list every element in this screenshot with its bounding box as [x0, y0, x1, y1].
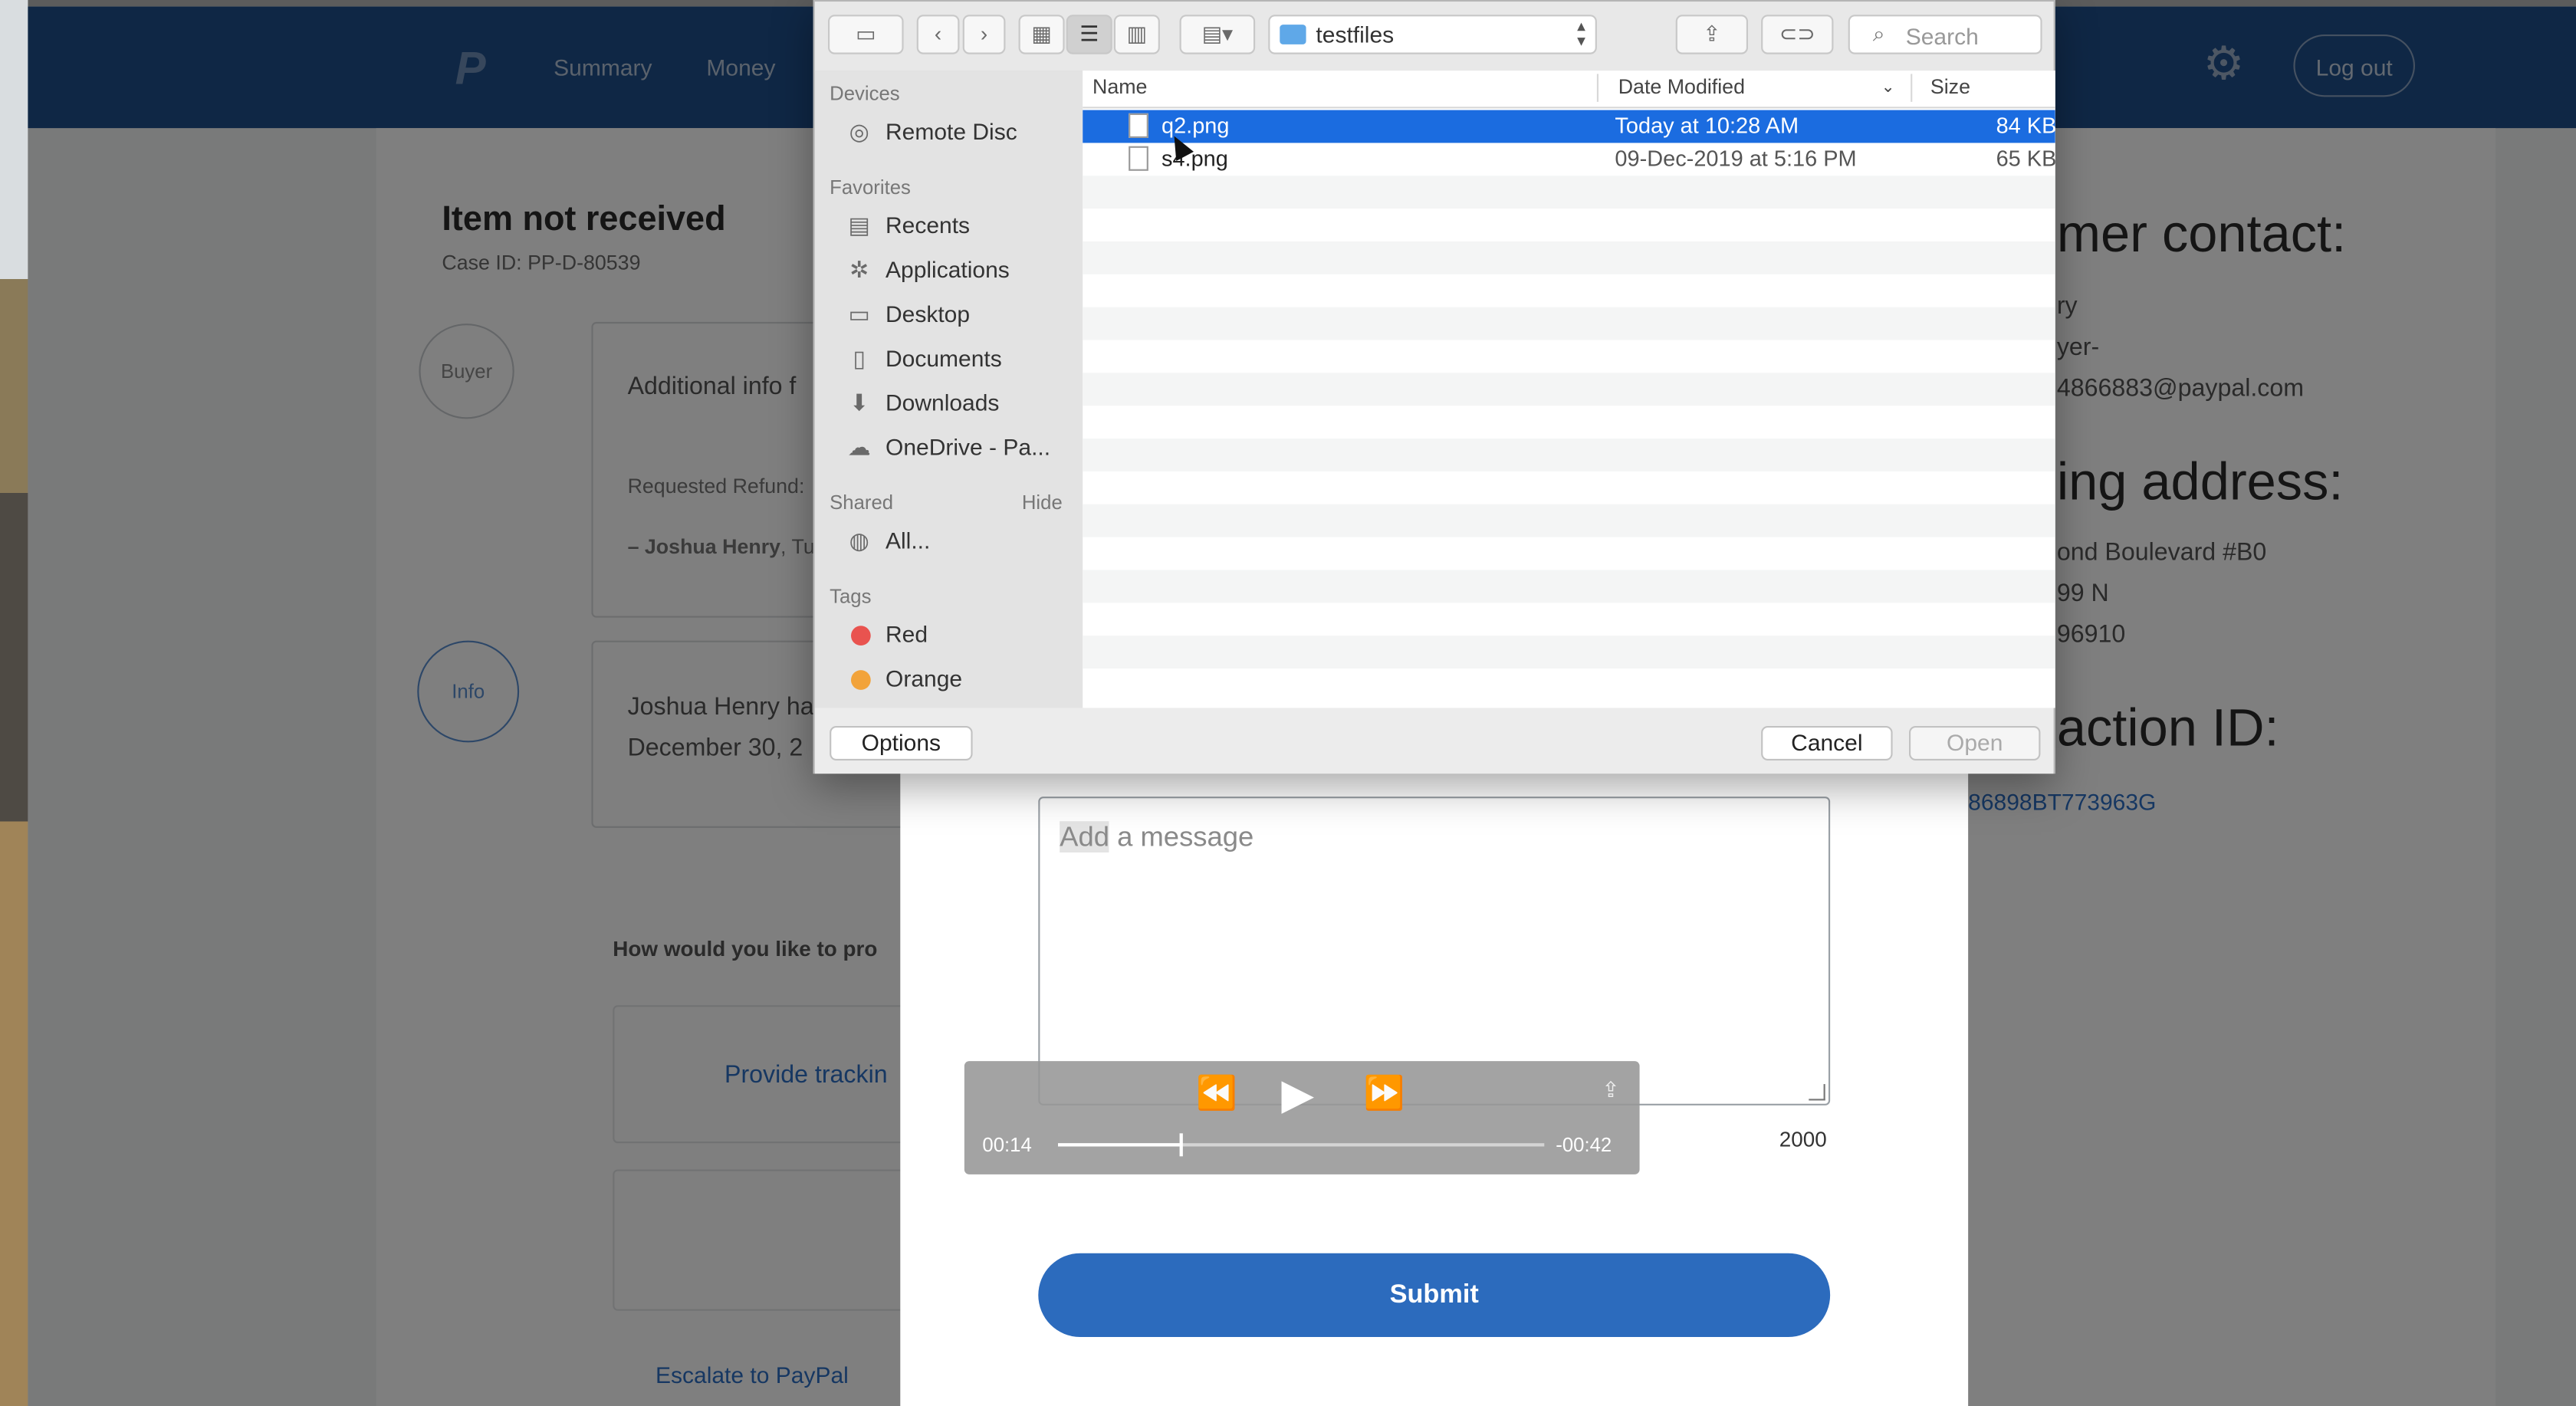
file-modified: 09-Dec-2019 at 5:16 PM	[1615, 146, 1857, 171]
message-placeholder: Add a message	[1060, 821, 1254, 852]
documents-icon: ▯	[853, 344, 866, 372]
file-open-dialog: ▭ ‹ › ▦ ☰ ▥ ▤▾ testfiles ▴ ▾ ⇪ ⊂⊃ ⌕ Searc…	[813, 0, 2055, 774]
column-name[interactable]: Name	[1092, 76, 1147, 99]
submit-button[interactable]: Submit	[1038, 1253, 1831, 1338]
tags-header: Tags	[830, 584, 872, 608]
empty-row	[1083, 439, 2055, 471]
empty-row	[1083, 636, 2055, 669]
downloads-icon: ⬇	[849, 389, 869, 416]
group-menu-icon[interactable]: ▤▾	[1179, 15, 1256, 54]
folder-icon	[1280, 25, 1306, 44]
dialog-footer: Options Cancel Open	[814, 708, 2054, 774]
dialog-toolbar: ▭ ‹ › ▦ ☰ ▥ ▤▾ testfiles ▴ ▾ ⇪ ⊂⊃ ⌕ Searc…	[814, 2, 2054, 73]
file-row[interactable]: q2.png Today at 10:28 AM 84 KB	[1083, 110, 2055, 143]
file-size: 84 KB	[1996, 113, 2055, 138]
folder-popup[interactable]: testfiles ▴ ▾	[1268, 15, 1597, 54]
column-size[interactable]: Size	[1930, 76, 1970, 99]
elapsed-time: 00:14	[982, 1133, 1032, 1157]
cloud-icon: ☁	[847, 433, 871, 460]
back-icon[interactable]: ‹	[916, 15, 960, 54]
message-textarea[interactable]: Add a message	[1038, 797, 1831, 1105]
search-field[interactable]: ⌕ Search	[1848, 15, 2042, 54]
forward-icon[interactable]: ›	[962, 15, 1006, 54]
file-list: Name Date Modified ⌄ Size q2.png Today a…	[1083, 71, 2055, 708]
options-button[interactable]: Options	[830, 725, 973, 760]
dialog-sidebar: Devices ◎ Remote Disc Favorites ▤ Recents …	[814, 71, 1085, 708]
column-date-modified[interactable]: Date Modified	[1618, 76, 1745, 99]
image-file-icon	[1129, 146, 1148, 171]
sidebar-toggle-icon[interactable]: ▭	[828, 15, 904, 54]
search-placeholder: Search	[1905, 22, 1979, 50]
shared-hide-button[interactable]: Hide	[1022, 491, 1063, 514]
fast-forward-icon[interactable]: ⏩	[1364, 1077, 1405, 1110]
desktop-background	[0, 0, 28, 1406]
open-button[interactable]: Open	[1909, 725, 2041, 760]
file-list-header: Name Date Modified ⌄ Size	[1083, 71, 2055, 109]
popup-arrows-icon: ▴ ▾	[1577, 18, 1585, 51]
list-view-icon[interactable]: ☰	[1066, 15, 1112, 54]
tag-icon[interactable]: ⊂⊃	[1761, 15, 1834, 54]
rewind-icon[interactable]: ⏪	[1196, 1077, 1237, 1110]
desktop-icon: ▭	[848, 301, 870, 327]
scrubber-knob[interactable]	[1179, 1133, 1183, 1157]
char-count: 2000	[1779, 1126, 1827, 1151]
shared-header: Shared	[830, 491, 894, 514]
empty-row	[1083, 570, 2055, 603]
share-icon[interactable]: ⇪	[1602, 1077, 1619, 1103]
video-scrubber[interactable]	[1058, 1133, 1545, 1157]
favorites-header: Favorites	[830, 176, 911, 199]
cancel-button[interactable]: Cancel	[1761, 725, 1893, 760]
remaining-time: -00:42	[1556, 1133, 1612, 1157]
search-icon: ⌕	[1872, 21, 1885, 46]
screen: P Summary Money ⚙ Log out Item not recei…	[0, 0, 2576, 1406]
devices-header: Devices	[830, 82, 900, 106]
column-view-icon[interactable]: ▥	[1113, 15, 1160, 54]
empty-row	[1083, 373, 2055, 406]
empty-row	[1083, 504, 2055, 537]
share-icon[interactable]: ⇪	[1675, 15, 1748, 54]
play-icon[interactable]: ▶	[1281, 1073, 1314, 1115]
empty-row	[1083, 241, 2055, 274]
icon-view-icon[interactable]: ▦	[1018, 15, 1065, 54]
file-size: 65 KB	[1996, 146, 2055, 171]
image-file-icon	[1129, 113, 1148, 138]
applications-icon: ✲	[849, 256, 869, 283]
video-controls: ⏪ ▶ ⏩ ⇪ 00:14 -00:42	[964, 1061, 1640, 1174]
empty-row	[1083, 176, 2055, 209]
resize-handle-icon[interactable]	[1809, 1084, 1825, 1101]
orange-tag-icon	[851, 670, 871, 690]
file-row[interactable]: s4.png 09-Dec-2019 at 5:16 PM 65 KB	[1083, 143, 2055, 176]
disc-icon: ◎	[849, 118, 869, 145]
folder-name: testfiles	[1316, 21, 1395, 48]
red-tag-icon	[851, 626, 871, 646]
file-modified: Today at 10:28 AM	[1615, 113, 1799, 138]
file-name: q2.png	[1162, 113, 1230, 138]
scrubber-fill	[1058, 1143, 1180, 1147]
recents-icon: ▤	[848, 212, 870, 238]
network-icon: ◍	[849, 527, 869, 554]
empty-row	[1083, 307, 2055, 340]
sort-chevron-icon: ⌄	[1881, 78, 1895, 97]
